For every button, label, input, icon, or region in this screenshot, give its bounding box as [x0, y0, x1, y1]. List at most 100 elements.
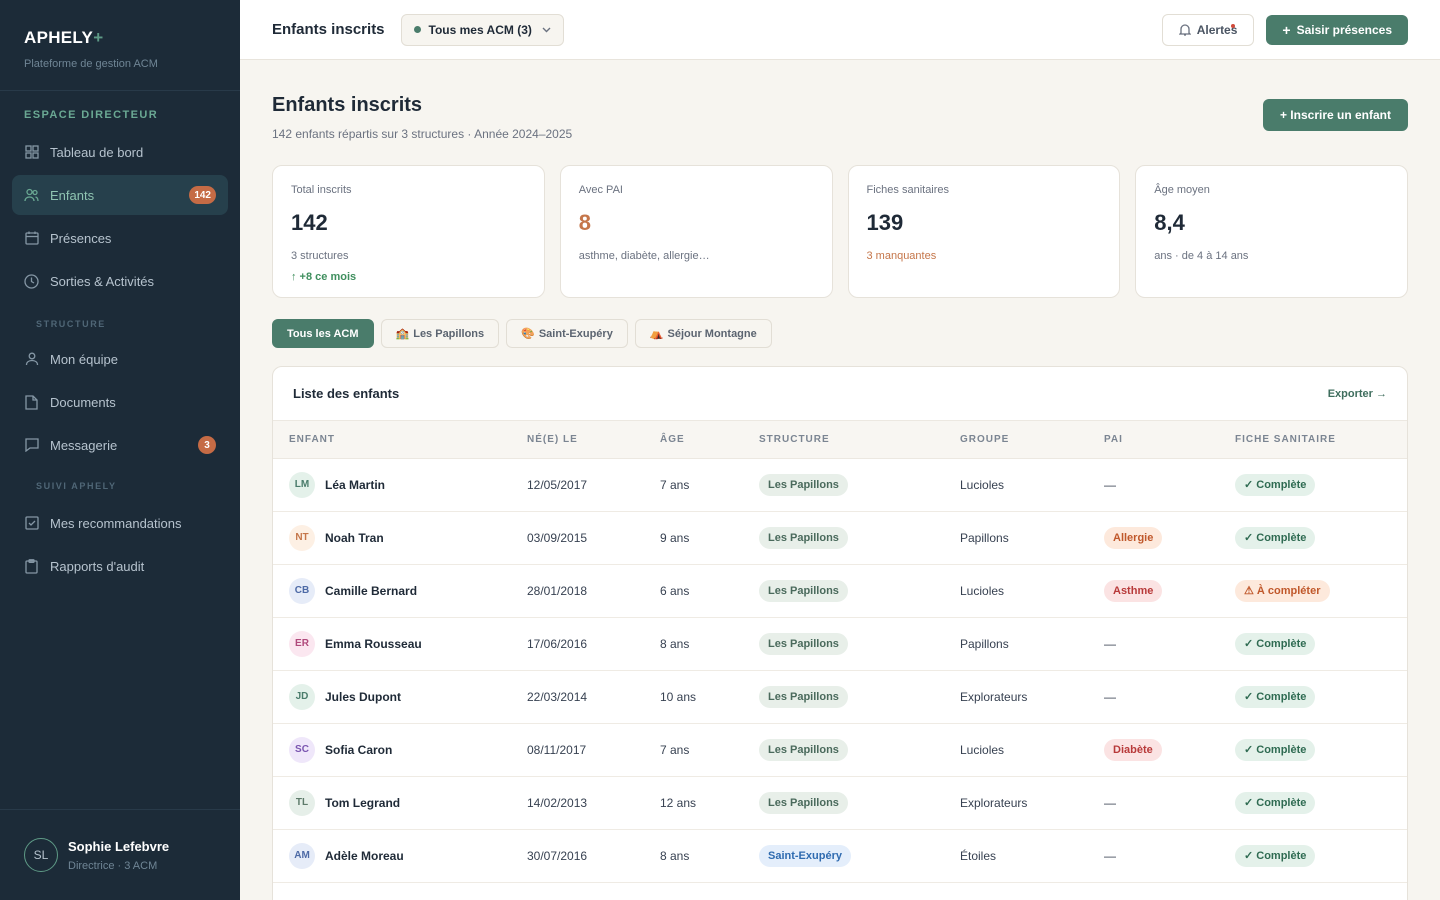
table-row[interactable]: NT Noah Tran 03/09/2015 9 ans Les Papillons P…	[273, 511, 1407, 565]
status-badge: ✓ Complète	[1235, 685, 1316, 708]
sidebar-user[interactable]: SL Sophie Lefebvre Directrice · 3 ACM	[0, 809, 240, 900]
calendar-icon	[24, 231, 39, 246]
topbar: Enfants inscrits Tous mes ACM (3) Alerte…	[240, 0, 1440, 60]
filter-les-papillons[interactable]: 🏫 Les Papillons	[380, 319, 500, 348]
list-title: Liste des enfants	[293, 386, 400, 401]
table-row[interactable]: CB Camille Bernard 28/01/2018 6 ans Les Papi…	[273, 564, 1407, 618]
page-header: Enfants inscrits 142 enfants répartis su…	[272, 60, 1408, 165]
child-name[interactable]: Tom Legrand	[325, 796, 400, 810]
birthdate-cell: 28/01/2018	[511, 564, 644, 618]
sidebar-item-enfants[interactable]: Enfants 142	[12, 175, 228, 215]
child-name[interactable]: Adèle Moreau	[325, 849, 404, 863]
structure-cell: Les Papillons	[743, 617, 944, 671]
stat-detail: 3 structures	[291, 250, 349, 262]
sidebar-item-rapports[interactable]: Rapports d'audit	[12, 546, 228, 586]
sidebar-item-messagerie[interactable]: Messagerie 3	[12, 425, 228, 465]
child-name[interactable]: Sofia Caron	[325, 743, 392, 757]
child-name[interactable]: Noah Tran	[325, 531, 384, 545]
sidebar-item-documents[interactable]: Documents	[12, 382, 228, 422]
acm-selector[interactable]: Tous mes ACM (3)	[400, 13, 564, 46]
table-row[interactable]: AM Adèle Moreau 30/07/2016 8 ans Saint-Exupé…	[273, 829, 1407, 883]
child-cell: TL Tom Legrand	[273, 776, 511, 830]
saisir-presences-button[interactable]: + Saisir présences	[1266, 14, 1408, 45]
table-row[interactable]: TL Tom Legrand 14/02/2013 12 ans Les Papillo…	[273, 776, 1407, 830]
stat-detail: asthme, diabète, allergie…	[578, 250, 710, 262]
child-name[interactable]: Emma Rousseau	[325, 637, 422, 651]
column-header[interactable]: FICHE SANITAIRE	[1219, 421, 1407, 458]
column-header[interactable]: NÉ(E) LE	[511, 421, 644, 458]
fiche-cell: ✓ Complète	[1219, 723, 1407, 777]
pai-badge: —	[1104, 848, 1116, 863]
table-row[interactable]: JD Jules Dupont 22/03/2014 10 ans Les Papill…	[273, 670, 1407, 724]
sidebar: APHELY+ Plateforme de gestion ACM ESPACE…	[0, 0, 240, 900]
birthdate-cell: 17/06/2016	[511, 617, 644, 671]
table-header-row: ENFANT NÉ(E) LE ÂGE STRUCTURE GROUPE PAI…	[273, 421, 1407, 458]
column-header[interactable]: GROUPE	[944, 421, 1088, 458]
sidebar-item-label: Mes recommandations	[50, 515, 182, 531]
sidebar-item-label: Présences	[50, 230, 112, 246]
structure-badge: Les Papillons	[759, 526, 848, 549]
enfants-count-badge: 142	[189, 186, 216, 204]
age-cell: 9 ans	[644, 511, 743, 565]
pai-cell: —	[1088, 670, 1219, 724]
child-cell: CB Camille Bernard	[273, 564, 511, 618]
age-cell: 12 ans	[644, 776, 743, 830]
status-badge: ✓ Complète	[1235, 791, 1316, 814]
acm-selector-label: Tous mes ACM (3)	[428, 22, 532, 37]
export-link[interactable]: Exporter →	[1328, 388, 1387, 400]
sidebar-item-label: Sorties & Activités	[50, 273, 155, 289]
stat-card-age: Âge moyen 8,4 ans · de 4 à 14 ans	[1135, 165, 1408, 298]
child-cell: JD Jules Dupont	[273, 670, 511, 724]
messagerie-count-badge: 3	[198, 436, 216, 454]
structure-cell: Saint-Exupéry	[743, 829, 944, 883]
birthdate-cell: 30/07/2016	[511, 829, 644, 883]
age-cell: 7 ans	[644, 458, 743, 512]
table-row[interactable]: ER Emma Rousseau 17/06/2016 8 ans Les Papill…	[273, 617, 1407, 671]
status-badge: ✓ Complète	[1235, 526, 1316, 549]
structure-badge: Les Papillons	[759, 579, 848, 602]
avatar: SL	[24, 838, 58, 872]
sidebar-item-recommandations[interactable]: Mes recommandations	[12, 503, 228, 543]
brand-logo[interactable]: APHELY+	[24, 28, 216, 48]
chevron-down-icon	[542, 27, 551, 33]
status-badge: ✓ Complète	[1235, 632, 1316, 655]
user-name: Sophie Lefebvre	[68, 838, 170, 854]
column-header[interactable]: ÂGE	[644, 421, 743, 458]
page-subtitle: 142 enfants répartis sur 3 structures · …	[272, 127, 573, 141]
pai-cell: —	[1088, 617, 1219, 671]
fiche-cell: ✓ Complète	[1219, 670, 1407, 724]
add-child-button[interactable]: + Inscrire un enfant	[1262, 99, 1408, 131]
alerts-button[interactable]: Alertes	[1161, 13, 1255, 46]
filter-sejour-montagne[interactable]: ⛺ Séjour Montagne	[634, 319, 772, 348]
table-row[interactable]: LM Léa Martin 12/05/2017 7 ans Les Papillons…	[273, 458, 1407, 512]
saisir-presences-label: Saisir présences	[1296, 22, 1392, 37]
child-cell: NT Noah Tran	[273, 511, 511, 565]
stat-value: 8	[578, 210, 591, 235]
section-title-suivi: SUIVI APHELY	[36, 481, 117, 491]
column-header[interactable]: STRUCTURE	[743, 421, 944, 458]
column-header[interactable]: ENFANT	[273, 421, 511, 458]
sidebar-item-mon-equipe[interactable]: Mon équipe	[12, 339, 228, 379]
table-row[interactable]: SC Sofia Caron 08/11/2017 7 ans Les Papillon…	[273, 723, 1407, 777]
stat-value: 8,4	[1154, 210, 1185, 235]
pai-cell: Allergie	[1088, 511, 1219, 565]
child-name[interactable]: Camille Bernard	[325, 584, 417, 598]
child-name[interactable]: Léa Martin	[325, 478, 385, 492]
filter-saint-exupery[interactable]: 🎨 Saint-Exupéry	[506, 319, 628, 348]
stat-label: Âge moyen	[1154, 184, 1210, 196]
stat-card-total: Total inscrits 142 3 structures ↑ +8 ce …	[272, 165, 545, 298]
message-icon	[24, 438, 39, 453]
child-name[interactable]: Jules Dupont	[325, 690, 401, 704]
filter-tous-les-acm[interactable]: Tous les ACM	[272, 319, 374, 348]
sidebar-item-presences[interactable]: Présences	[12, 218, 228, 258]
fiche-cell: ✓ Complète	[1219, 776, 1407, 830]
sidebar-item-sorties[interactable]: Sorties & Activités	[12, 261, 228, 301]
tent-icon: ⛺	[649, 328, 664, 340]
child-cell: ER Emma Rousseau	[273, 617, 511, 671]
group-cell: Explorateurs	[944, 670, 1088, 724]
sidebar-item-label: Mon équipe	[50, 351, 118, 367]
sidebar-item-label: Rapports d'audit	[50, 558, 145, 574]
column-header[interactable]: PAI	[1088, 421, 1219, 458]
sidebar-item-tableau-de-bord[interactable]: Tableau de bord	[12, 132, 228, 172]
pai-cell: —	[1088, 458, 1219, 512]
